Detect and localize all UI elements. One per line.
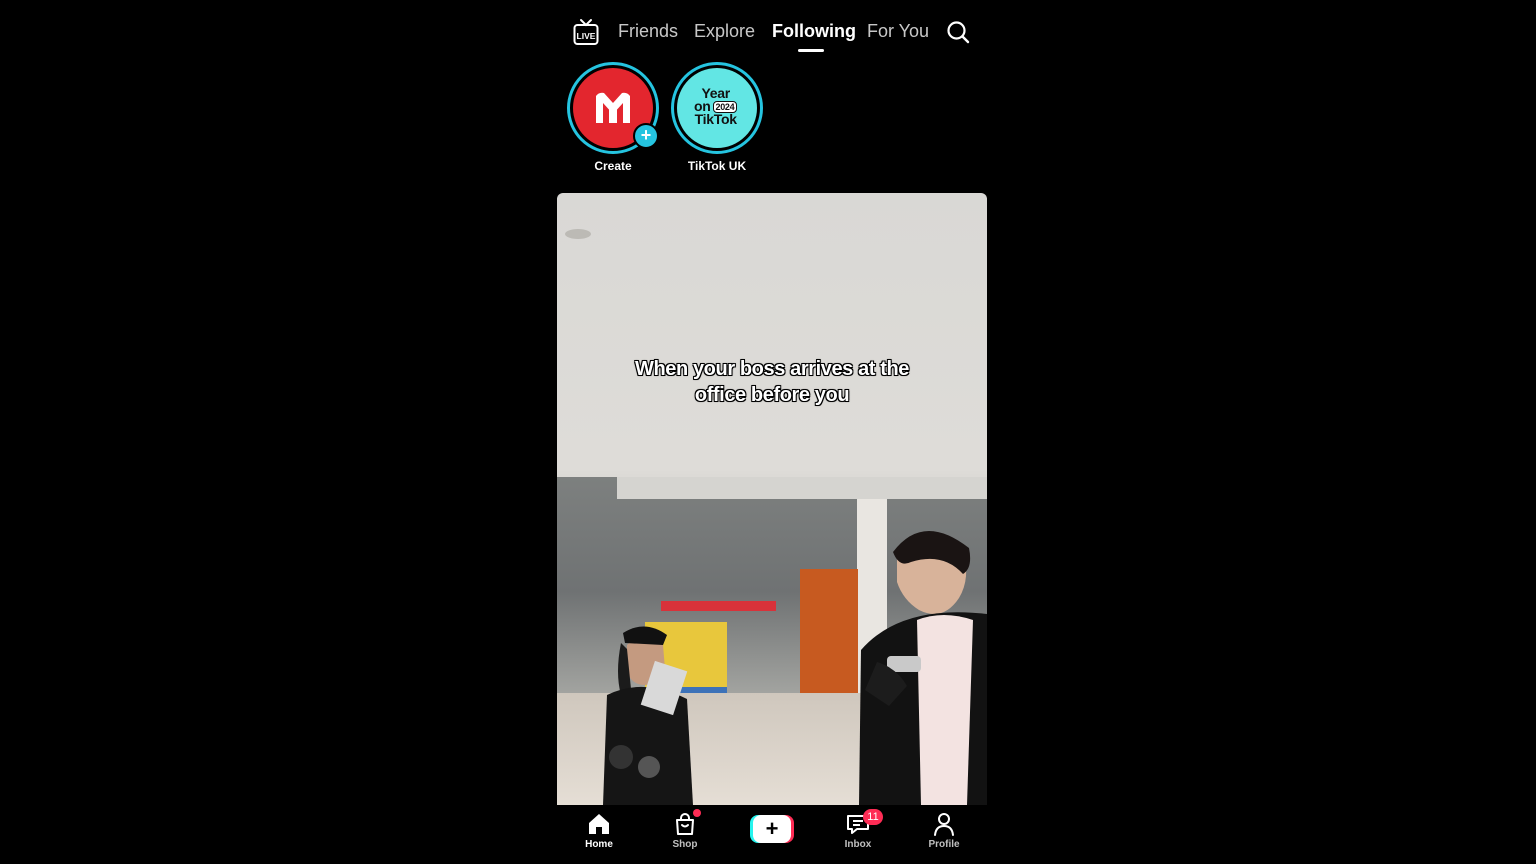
top-navigation: LIVE Friends Explore Following For You <box>557 0 987 62</box>
nav-label: Shop <box>672 839 698 850</box>
nav-home[interactable]: Home <box>564 811 634 850</box>
tab-for-you[interactable]: For You <box>867 21 929 42</box>
story-label: Create <box>594 159 632 173</box>
notification-dot <box>693 809 701 817</box>
inbox-count-badge: 11 <box>863 809 883 825</box>
plus-icon: + <box>753 815 791 843</box>
video-caption: When your boss arrives at the office bef… <box>557 356 987 408</box>
logo-line: TikTok <box>694 111 737 128</box>
video-person-right <box>859 530 987 805</box>
nav-shop[interactable]: Shop <box>650 809 720 850</box>
video-caption-line: office before you <box>694 384 850 406</box>
video-scene <box>800 569 858 694</box>
live-icon[interactable]: LIVE <box>573 18 599 46</box>
nav-label: Inbox <box>844 839 872 850</box>
tab-following[interactable]: Following <box>772 21 856 42</box>
video-player[interactable]: When your boss arrives at the office bef… <box>557 193 987 805</box>
video-caption-line: When your boss arrives at the <box>634 358 910 380</box>
story-ring: Year on 2024 TikTok <box>671 62 763 154</box>
create-video-button[interactable]: + <box>750 815 794 843</box>
video-person-left <box>603 626 693 805</box>
home-icon <box>589 814 609 834</box>
year-on-tiktok-logo: Year on 2024 TikTok <box>694 86 738 128</box>
avatar: Year on 2024 TikTok <box>677 68 757 148</box>
nav-label: Profile <box>928 839 960 850</box>
bottom-navigation: Home Shop + 11 Inbox Profile <box>557 805 987 864</box>
nav-profile[interactable]: Profile <box>909 811 979 850</box>
search-icon[interactable] <box>946 20 970 44</box>
video-scene <box>617 477 987 499</box>
story-tiktok-uk[interactable]: Year on 2024 TikTok TikTok UK <box>667 62 767 173</box>
story-label: TikTok UK <box>687 159 747 173</box>
story-create[interactable]: + Create <box>563 62 663 173</box>
tab-explore[interactable]: Explore <box>694 21 755 42</box>
tiktok-app: LIVE Friends Explore Following For You +… <box>557 0 987 864</box>
nav-inbox[interactable]: 11 Inbox <box>823 809 893 850</box>
nav-label: Home <box>585 839 613 850</box>
video-scene <box>565 229 591 239</box>
tab-friends[interactable]: Friends <box>618 21 678 42</box>
add-story-plus-icon[interactable]: + <box>633 123 659 149</box>
active-tab-indicator <box>798 49 824 52</box>
person-icon <box>934 813 954 836</box>
live-icon-label: LIVE <box>577 31 596 41</box>
story-ring: + <box>567 62 659 154</box>
